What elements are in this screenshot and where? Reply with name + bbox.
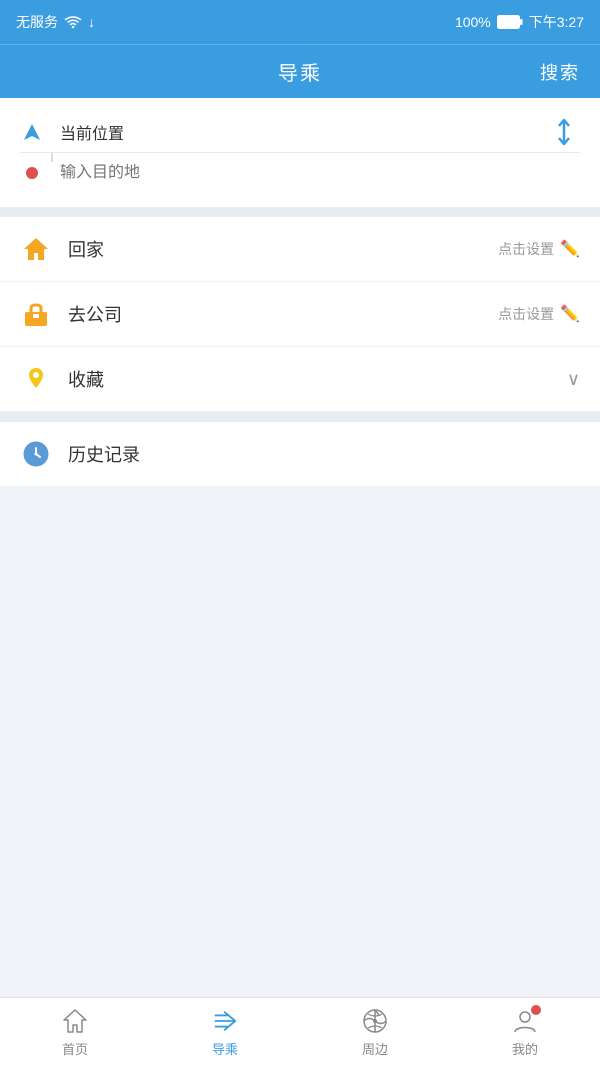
swap-button[interactable] <box>548 116 580 148</box>
bottom-nav: 首页 导乘 周边 <box>0 997 600 1067</box>
nav-home-label: 首页 <box>62 1039 88 1058</box>
nav-item-guide[interactable]: 导乘 <box>150 998 300 1067</box>
nav-item-mine[interactable]: 我的 <box>450 998 600 1067</box>
status-right: 100% 下午3:27 <box>455 12 584 32</box>
work-edit-icon: ✏️ <box>560 304 580 324</box>
destination-row[interactable] <box>20 152 580 193</box>
status-bar: 无服务 ↓ 100% 下午3:27 <box>0 0 600 44</box>
home-edit-icon: ✏️ <box>560 239 580 259</box>
wifi-icon <box>64 15 82 29</box>
list-item-home[interactable]: 回家 点击设置 ✏️ <box>0 217 600 282</box>
content-spacer <box>0 486 600 997</box>
nav-mine-label: 我的 <box>512 1039 538 1058</box>
search-button[interactable]: 搜索 <box>540 59 580 85</box>
time-text: 下午3:27 <box>529 12 584 32</box>
section-divider <box>0 412 600 422</box>
work-label: 去公司 <box>68 301 498 327</box>
destination-input[interactable] <box>60 164 580 182</box>
current-location-row[interactable]: 当前位置 <box>20 112 580 152</box>
list-item-work[interactable]: 去公司 点击设置 ✏️ <box>0 282 600 347</box>
status-left: 无服务 ↓ <box>16 12 95 32</box>
nav-item-home[interactable]: 首页 <box>0 998 150 1067</box>
mine-badge <box>531 1005 541 1015</box>
current-location-text: 当前位置 <box>60 120 580 144</box>
history-label: 历史记录 <box>68 441 140 467</box>
home-label: 回家 <box>68 236 498 262</box>
home-action-text: 点击设置 <box>498 239 554 259</box>
battery-icon <box>497 15 523 29</box>
home-icon <box>20 233 52 265</box>
work-action-text: 点击设置 <box>498 304 554 324</box>
home-action[interactable]: 点击设置 ✏️ <box>498 239 580 259</box>
location-arrow-icon <box>20 120 44 144</box>
favorites-label: 收藏 <box>68 366 567 392</box>
nav-item-nearby[interactable]: 周边 <box>300 998 450 1067</box>
chevron-down-icon: ∨ <box>567 369 580 390</box>
charge-icon-text: ↓ <box>88 14 95 30</box>
nav-guide-label: 导乘 <box>212 1039 238 1058</box>
destination-dot-icon <box>20 161 44 185</box>
nav-nearby-icon <box>361 1007 389 1035</box>
favorites-pin-icon <box>20 363 52 395</box>
nav-guide-icon <box>211 1007 239 1035</box>
divider-1 <box>0 207 600 217</box>
nav-home-icon <box>61 1007 89 1035</box>
nav-nearby-label: 周边 <box>362 1039 388 1058</box>
list-item-favorites[interactable]: 收藏 ∨ <box>0 347 600 412</box>
app-header: 导乘 搜索 <box>0 44 600 98</box>
no-service-text: 无服务 <box>16 12 58 32</box>
battery-text: 100% <box>455 14 491 30</box>
work-action[interactable]: 点击设置 ✏️ <box>498 304 580 324</box>
work-icon <box>20 298 52 330</box>
history-item[interactable]: 历史记录 <box>0 422 600 486</box>
favorites-action[interactable]: ∨ <box>567 369 580 390</box>
header-title: 导乘 <box>278 57 322 86</box>
clock-icon <box>20 438 52 470</box>
nav-mine-icon <box>511 1007 539 1035</box>
history-section: 历史记录 <box>0 422 600 486</box>
quick-items-section: 回家 点击设置 ✏️ 去公司 点击设置 ✏️ 收藏 <box>0 217 600 412</box>
search-section: 当前位置 <box>0 98 600 207</box>
